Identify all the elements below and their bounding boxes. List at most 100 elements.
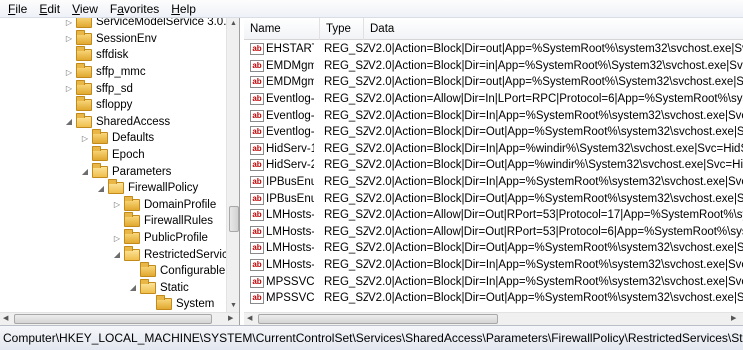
tree-node[interactable]: ◢ Parameters [80,162,172,180]
expand-arrow-icon[interactable]: ▷ [64,67,74,77]
registry-value-row[interactable]: abIPBusEnu... REG_SZV2.0|Action=Block|Dir… [244,174,743,191]
tree-node-label: SharedAccess [96,115,171,128]
values-horizontal-scrollbar[interactable]: ◀ ▶ [244,312,743,325]
value-type: REG_SZ [324,209,368,222]
tree-node[interactable]: sffdisk [64,46,128,64]
registry-value-row[interactable]: abEventlog-2 REG_SZV2.0|Action=Block|Dir=… [244,107,743,124]
folder-icon [76,18,92,29]
tree-node[interactable]: System [144,295,215,312]
tree-node[interactable]: ▷ PublicProfile [112,229,208,247]
menu-view[interactable]: View [66,0,104,18]
scroll-right-icon[interactable]: ▶ [228,313,233,325]
registry-value-row[interactable]: abEMDMgm... REG_SZV2.0|Action=Block|Dir=o… [244,74,743,91]
tree-node[interactable]: ▷ sffp_mmc [64,63,146,81]
tree-node[interactable]: ◢ RestrictedServices [112,245,226,263]
menu-favorites[interactable]: Favorites [104,0,165,18]
tree-node-label: Static [160,281,189,294]
value-data: V2.0|Action=Block|Dir=Out|App=%windir%\S… [368,159,743,172]
menu-file[interactable]: File [2,0,33,18]
tree-horizontal-scrollbar[interactable]: ◀ ▶ [0,312,239,325]
tree-node[interactable]: ▷ DomainProfile [112,195,216,214]
registry-value-row[interactable]: abLMHosts-1 REG_SZV2.0|Action=Allow|Dir=O… [244,207,743,224]
menu-edit[interactable]: Edit [33,0,66,18]
folder-icon [140,278,156,294]
folder-icon [108,179,124,195]
scroll-up-icon[interactable]: ▲ [230,18,237,30]
tree-node-label: sfloppy [96,99,133,112]
collapse-arrow-icon[interactable]: ◢ [96,183,106,193]
folder-icon [156,295,172,311]
tree-node[interactable]: ◢ SharedAccess [64,112,171,131]
expand-arrow-icon[interactable]: ▷ [112,200,122,210]
registry-value-row[interactable]: abEMDMgm... REG_SZV2.0|Action=Block|Dir=i… [244,58,743,75]
tree-node[interactable]: ◢ Static [128,278,189,297]
column-header-type[interactable]: Type [320,18,364,40]
tree-node[interactable]: FirewallRules [112,212,214,230]
value-name: LMHosts-1 [266,209,314,222]
collapse-arrow-icon[interactable]: ◢ [128,283,138,293]
value-name: EHSTART-2 [266,43,314,56]
menu-file-label: ile [15,1,28,16]
registry-value-row[interactable]: abEHSTART-2 REG_SZV2.0|Action=Block|Dir=o… [244,41,743,58]
registry-value-row[interactable]: abIPBusEnu... REG_SZV2.0|Action=Block|Dir… [244,190,743,207]
menu-help[interactable]: Help [165,0,202,18]
value-type: REG_SZ [324,225,368,238]
tree-vertical-scroll-thumb[interactable] [229,206,239,232]
expand-arrow-icon[interactable]: ▷ [80,133,90,143]
registry-value-row[interactable]: abMPSSVC-2 REG_SZV2.0|Action=Block|Dir=Ou… [244,290,743,307]
value-data: V2.0|Action=Block|Dir=in|App=%SystemRoot… [368,59,743,72]
tree-node-label: FirewallPolicy [128,182,199,195]
tree-node-label: Parameters [112,165,172,178]
tree-horizontal-scroll-thumb[interactable] [14,314,212,324]
value-name: LMHosts-3 [266,242,314,255]
registry-values-list: abEHSTART-2REG_SZV2.0|Action=Block|Dir=o… [244,40,743,312]
scroll-left-icon[interactable]: ◀ [3,313,8,325]
registry-value-row[interactable]: abLMHosts-2 REG_SZV2.0|Action=Allow|Dir=O… [244,224,743,241]
registry-value-row[interactable]: ab HidServ-1 REG_SZ V2.0|Action=Block|Dir=I… [244,141,743,158]
expand-arrow-icon[interactable]: ▷ [112,233,122,243]
tree-node[interactable]: ▷ sffp_sd [64,79,133,97]
registry-value-row[interactable]: abLMHosts-4 REG_SZV2.0|Action=Block|Dir=I… [244,257,743,274]
column-header-data[interactable]: Data [364,18,743,40]
reg-string-icon: ab [250,76,264,89]
tree-node[interactable]: ▷ Defaults [80,129,154,147]
value-type: REG_SZ [324,59,368,72]
folder-icon [92,162,108,178]
tree-vertical-scrollbar[interactable]: ▲ ▼ [226,18,239,312]
registry-value-row[interactable]: ab HidServ-2 REG_SZ V2.0|Action=Block|Dir=O… [244,157,743,174]
folder-icon [124,212,140,228]
value-name: EMDMgm... [266,59,314,72]
tree-node[interactable]: Configurable [128,262,225,280]
expand-arrow-icon[interactable]: ▷ [64,84,74,94]
menu-favorites-label: vorites [123,1,160,16]
value-type: REG_SZ [324,76,368,89]
folder-icon [124,195,140,211]
column-header-name[interactable]: Name [244,18,320,40]
registry-value-row[interactable]: abEventlog-3 REG_SZV2.0|Action=Block|Dir=… [244,124,743,141]
scroll-right-icon[interactable]: ▶ [731,313,736,325]
expand-arrow-icon[interactable]: ▷ [64,34,74,44]
collapse-arrow-icon[interactable]: ◢ [80,167,90,177]
expand-arrow-icon[interactable]: ▷ [64,18,74,27]
tree-node-label: ServiceModelService 3.0.0.0 [96,18,226,29]
tree-node[interactable]: Epoch [80,146,145,164]
scroll-left-icon[interactable]: ◀ [247,313,252,325]
tree-node-label: FirewallRules [144,215,214,228]
tree-node[interactable]: ▷ ServiceModelService 3.0.0.0 [64,18,226,31]
collapse-arrow-icon[interactable]: ◢ [112,250,122,260]
scroll-down-icon[interactable]: ▼ [230,300,237,312]
registry-value-row[interactable]: abEventlog-1 REG_SZV2.0|Action=Allow|Dir=… [244,91,743,108]
value-type: REG_SZ [324,159,368,172]
collapse-arrow-icon[interactable]: ◢ [64,117,74,127]
tree-node[interactable]: ◢ FirewallPolicy [96,179,199,197]
tree-node-label: System [176,298,215,311]
registry-value-row[interactable]: abMPSSVC-1 REG_SZV2.0|Action=Block|Dir=In… [244,273,743,290]
tree-node[interactable]: sfloppy [64,96,133,114]
menu-view-accel: V [72,1,80,16]
tree-node-label: sffp_sd [96,82,133,95]
registry-value-row[interactable]: abLMHosts-3 REG_SZV2.0|Action=Block|Dir=O… [244,240,743,257]
tree-node[interactable]: ▷ SessionEnv [64,29,157,48]
column-header: Name Type Data [244,18,743,40]
values-horizontal-scroll-thumb[interactable] [258,314,498,324]
